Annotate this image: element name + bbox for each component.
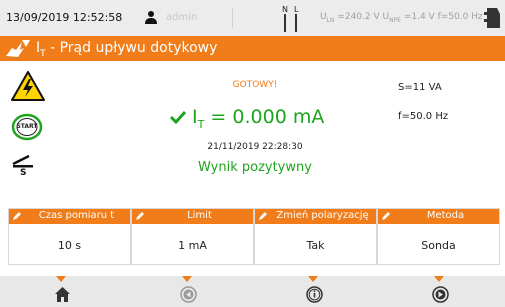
parameter-table: Czas pomiaru t 10 s Limit 1 mA Zmień pol…	[8, 208, 500, 265]
uln-label: U	[320, 12, 327, 22]
nav-marker	[56, 276, 66, 282]
edit-icon	[382, 212, 390, 220]
touch-current-icon	[6, 40, 30, 57]
param-label: Czas pomiaru t	[38, 210, 115, 221]
param-limit[interactable]: Limit 1 mA	[131, 208, 254, 265]
frequency-value: f=50.0 Hz	[437, 12, 483, 22]
nav-marker	[182, 276, 192, 282]
param-value: Sonda	[421, 239, 456, 252]
back-button[interactable]	[126, 276, 252, 307]
start-button[interactable]: START	[11, 113, 43, 141]
param-label: Metoda	[426, 210, 465, 221]
info-button[interactable]	[252, 276, 378, 307]
param-label: Zmień polaryzację	[276, 210, 369, 221]
param-change-polarity[interactable]: Zmień polaryzację Tak	[254, 208, 377, 265]
nav-marker	[308, 276, 318, 282]
nav-marker	[434, 276, 444, 282]
home-button[interactable]	[0, 276, 126, 307]
verdict-text: Wynik pozytywny	[198, 160, 312, 175]
uln-value: =240.2 V	[334, 12, 383, 22]
edit-icon	[136, 212, 144, 220]
user-icon	[145, 11, 157, 24]
result-value: IT = 0.000 mA	[170, 106, 324, 131]
param-method[interactable]: Metoda Sonda	[377, 208, 500, 265]
param-header: Metoda	[378, 209, 499, 224]
measurement-timestamp: 21/11/2019 22:28:30	[207, 142, 303, 152]
voltage-readout: ULN =240.2 V UNPE =1.4 V f=50.0 Hz	[320, 12, 483, 24]
check-icon	[170, 110, 186, 124]
divider	[232, 8, 233, 28]
param-header: Czas pomiaru t	[9, 209, 130, 224]
param-value: Tak	[306, 239, 325, 252]
result-number: = 0.000 mA	[204, 106, 325, 128]
apparent-power-value: S=11 VA	[398, 82, 442, 93]
title-text: - Prąd upływu dotykowy	[45, 40, 218, 56]
edit-icon	[259, 212, 267, 220]
unpe-value: =1.4 V	[400, 12, 438, 22]
title-bar: IT - Prąd upływu dotykowy	[0, 36, 505, 61]
back-icon	[180, 286, 197, 303]
status-bar: 13/09/2019 12:52:58 admin N L U LN =240.2…	[0, 0, 505, 36]
param-value: 1 mA	[178, 239, 207, 252]
param-header: Zmień polaryzację	[255, 209, 376, 224]
info-icon	[306, 286, 323, 303]
bottom-nav	[0, 276, 505, 307]
page-title: IT - Prąd upływu dotykowy	[36, 40, 217, 59]
param-value: 10 s	[57, 239, 82, 252]
datetime: 13/09/2019 12:52:58	[6, 11, 123, 24]
plug-icon	[484, 8, 500, 28]
unpe-sub: NPE	[389, 16, 401, 24]
param-measurement-time[interactable]: Czas pomiaru t 10 s	[8, 208, 131, 265]
start-label: START	[16, 123, 38, 130]
probe-label: S	[20, 168, 27, 178]
forward-button[interactable]	[378, 276, 504, 307]
edit-icon	[13, 212, 21, 220]
phase-l-label: L	[294, 5, 299, 14]
status-text: GOTOWY!	[232, 80, 278, 90]
user-name: admin	[166, 12, 198, 23]
socket-phase-icon: N L	[282, 5, 299, 32]
high-voltage-warning-icon	[11, 71, 45, 101]
param-label: Limit	[187, 210, 212, 221]
frequency-side-value: f=50.0 Hz	[398, 111, 449, 122]
phase-n-label: N	[282, 5, 288, 14]
forward-icon	[432, 286, 449, 303]
home-icon	[55, 287, 70, 302]
param-header: Limit	[132, 209, 253, 224]
